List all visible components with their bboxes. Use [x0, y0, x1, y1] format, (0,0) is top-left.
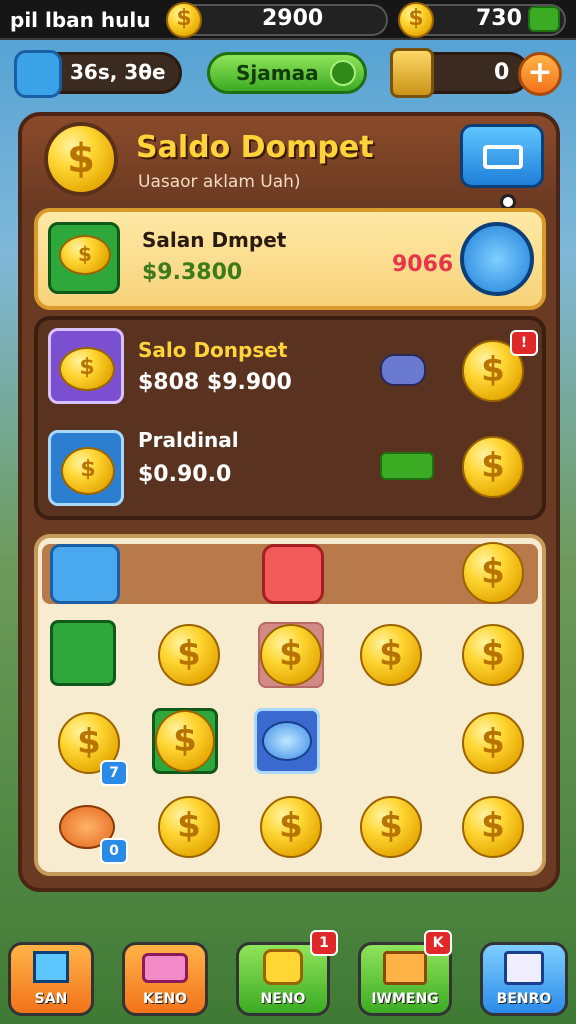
offers-list: $ Salo Donpset $808 $9.900 $ ! $ Praldin… [34, 316, 546, 520]
vehicle-icon [380, 354, 426, 386]
offer-2-title: Praldinal [138, 428, 239, 452]
grid-item-coin[interactable]: $ [258, 794, 324, 860]
character-button[interactable] [262, 544, 324, 604]
offer-1-amount: $808 $9.900 [138, 370, 292, 395]
wallet-panel: $ Saldo Dompet Uasaor aklam Uah) $ Salan… [18, 112, 560, 892]
grid-item-coin[interactable]: $ [156, 794, 222, 860]
green-action-label: Sjamaa [236, 61, 319, 85]
treasure-icon [390, 48, 434, 98]
wallet-menu-button[interactable] [460, 124, 544, 188]
coin-stack-icon: $ [48, 222, 120, 294]
timer-label: 36s, 3θe [70, 60, 166, 84]
coin-item[interactable]: $ [462, 542, 524, 604]
nav-menu[interactable]: BENRO [480, 942, 568, 1016]
grid-item-cash[interactable] [50, 620, 116, 686]
featured-price: 9066 [392, 252, 454, 277]
grid-item-gem[interactable] [254, 708, 320, 774]
character-avatar-icon[interactable] [14, 50, 62, 98]
grid-item-coin-selected[interactable]: $ [258, 622, 324, 688]
wallet-icon [483, 145, 523, 169]
grid-item-coin[interactable]: $ [460, 622, 526, 688]
featured-title: Salan Dmpet [142, 228, 287, 252]
green-action-button[interactable]: Sjamaa [207, 52, 367, 94]
nav-events-badge: 1 [310, 930, 338, 956]
grid-item-coin-boxed[interactable]: $ [152, 708, 218, 774]
inventory-grid: $ $ $ $ $ $ 7 $ $ 0 $ $ $ $ [34, 534, 546, 876]
featured-offer-card[interactable]: $ Salan Dmpet $9.3800 9066 [34, 208, 546, 310]
level-badge: 7 [100, 760, 128, 786]
nav-shop[interactable]: KENO [122, 942, 208, 1016]
offer-1-badge: ! [510, 330, 538, 356]
level-badge: 0 [100, 838, 128, 864]
wallet-coin-icon: $ [44, 122, 118, 196]
coin-counter-1-value: 2900 [262, 6, 324, 31]
offer-2-coin-button[interactable]: $ [462, 436, 524, 498]
arrow-icon [330, 60, 356, 86]
nav-menu-label: BENRO [496, 991, 552, 1007]
chest-count: 0 [494, 60, 510, 85]
add-currency-icon[interactable] [528, 6, 560, 32]
coin-tower-icon: $ [48, 430, 124, 506]
offer-2-amount: $0.90.0 [138, 462, 232, 487]
nav-home-label: SAN [34, 991, 68, 1007]
grid-item-coin[interactable]: $ [358, 794, 424, 860]
coin-counter-2-value: 730 [476, 6, 522, 31]
gem-icon [262, 721, 312, 761]
nav-shop-label: KENO [142, 991, 188, 1007]
nav-inventory-badge: K [424, 930, 452, 956]
house-icon [33, 951, 69, 983]
star-icon [263, 949, 303, 985]
wallet-subtitle: Uasaor aklam Uah) [138, 172, 301, 192]
nav-home[interactable]: SAN [8, 942, 94, 1016]
chest-icon [142, 953, 188, 983]
wallet-header: $ Saldo Dompet Uasaor aklam Uah) [22, 116, 556, 210]
menu-icon [504, 951, 544, 985]
top-hud: pil lban hulu $ 2900 $ 730 [0, 0, 576, 40]
wallet-title: Saldo Dompet [136, 130, 374, 165]
grid-item-coin[interactable]: $ [460, 794, 526, 860]
grid-item-coin[interactable]: $ [156, 622, 222, 688]
featured-amount: $9.3800 [142, 260, 243, 285]
offer-1-title: Salo Donpset [138, 338, 288, 362]
reward-button[interactable] [460, 222, 534, 296]
grid-item-coin[interactable]: $ [460, 710, 526, 776]
coin-icon: $ [398, 2, 434, 38]
nav-events-label: NENO [260, 991, 306, 1007]
coin-icon: $ [166, 2, 202, 38]
coin-pile-icon: $ [48, 328, 124, 404]
cash-icon [380, 452, 434, 480]
calendar-button[interactable] [50, 544, 120, 604]
folder-icon [383, 951, 427, 985]
grid-item-coin[interactable]: $ [358, 622, 424, 688]
player-name: pil lban hulu [10, 8, 151, 32]
nav-inventory-label: IWMENG [371, 991, 439, 1007]
plus-button[interactable]: + [518, 52, 562, 96]
